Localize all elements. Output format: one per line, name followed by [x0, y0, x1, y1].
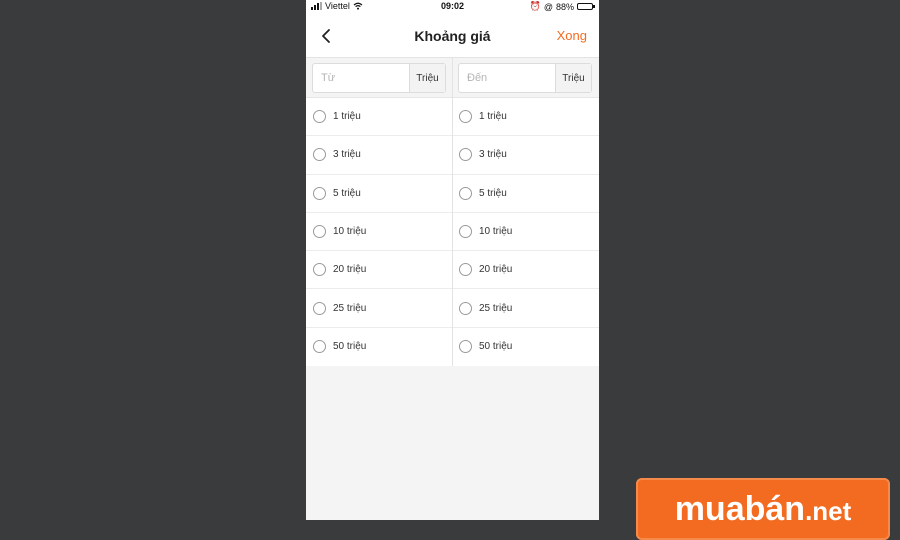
option-label: 10 triệu: [479, 226, 513, 238]
radio-icon[interactable]: [313, 301, 326, 315]
status-right: ⏰ @ 88%: [529, 1, 595, 12]
min-price-option[interactable]: 10 triệu: [306, 213, 452, 250]
option-label: 20 triệu: [333, 264, 367, 276]
option-label: 20 triệu: [479, 264, 513, 276]
option-label: 25 triệu: [479, 302, 513, 314]
column-divider: [452, 58, 453, 366]
option-label: 5 triệu: [333, 187, 361, 199]
option-label: 50 triệu: [333, 341, 367, 353]
max-price-input[interactable]: [459, 64, 555, 92]
max-price-option[interactable]: 10 triệu: [452, 212, 599, 251]
radio-icon[interactable]: [313, 186, 326, 200]
option-label: 10 triệu: [333, 226, 367, 238]
option-label: 1 triệu: [333, 111, 361, 123]
min-price-option[interactable]: 20 triệu: [306, 251, 452, 288]
max-price-unit: Triệu: [555, 64, 591, 92]
radio-icon[interactable]: [459, 186, 472, 200]
max-price-option[interactable]: 50 triệu: [452, 327, 599, 367]
option-label: 3 triệu: [333, 149, 361, 161]
battery-icon: [577, 3, 595, 10]
option-label: 50 triệu: [479, 341, 513, 353]
radio-icon[interactable]: [313, 263, 326, 277]
max-price-option[interactable]: 20 triệu: [452, 251, 599, 289]
max-price-option[interactable]: 1 triệu: [452, 98, 599, 136]
min-price-group: Triệu: [312, 63, 446, 93]
option-label: 25 triệu: [333, 302, 367, 314]
min-price-option[interactable]: 1 triệu: [306, 98, 452, 135]
brand-name: muabán: [674, 489, 806, 528]
min-price-option[interactable]: 50 triệu: [306, 328, 452, 366]
radio-icon[interactable]: [313, 340, 326, 354]
min-price-option[interactable]: 5 triệu: [306, 175, 452, 212]
option-label: 1 triệu: [479, 111, 507, 123]
radio-icon[interactable]: [459, 148, 472, 162]
battery-percent: 88%: [555, 1, 574, 12]
orientation-lock-icon: @: [543, 1, 553, 12]
max-price-group: Triệu: [458, 63, 592, 93]
radio-icon[interactable]: [313, 110, 326, 124]
radio-icon[interactable]: [459, 263, 472, 277]
brand-logo-text: muabán.net: [675, 490, 852, 529]
radio-icon[interactable]: [313, 225, 326, 239]
radio-icon[interactable]: [459, 301, 472, 315]
page-title: Khoảng giá: [414, 28, 491, 44]
brand-suffix: .net: [805, 495, 852, 526]
min-price-input[interactable]: [313, 64, 409, 92]
max-price-option[interactable]: 5 triệu: [452, 174, 599, 212]
radio-icon[interactable]: [459, 225, 472, 239]
radio-icon[interactable]: [313, 148, 326, 162]
status-bar: Viettel 09:02 ⏰ @ 88%: [306, 0, 599, 14]
radio-icon[interactable]: [459, 110, 472, 124]
min-price-unit: Triệu: [409, 64, 445, 92]
brand-logo: muabán.net: [636, 478, 890, 540]
option-label: 5 triệu: [479, 187, 507, 199]
max-price-option[interactable]: 3 triệu: [452, 136, 599, 174]
alarm-icon: ⏰: [529, 1, 541, 11]
radio-icon[interactable]: [459, 340, 472, 354]
done-button[interactable]: Xong: [557, 28, 587, 43]
back-icon[interactable]: [316, 26, 336, 46]
nav-bar: Khoảng giá Xong: [306, 14, 599, 58]
option-label: 3 triệu: [479, 149, 507, 161]
min-price-option[interactable]: 3 triệu: [306, 136, 452, 173]
min-price-option[interactable]: 25 triệu: [306, 289, 452, 326]
max-price-option[interactable]: 25 triệu: [452, 289, 599, 327]
phone-screen: Viettel 09:02 ⏰ @ 88% Khoảng giá Xong Từ…: [306, 0, 599, 520]
